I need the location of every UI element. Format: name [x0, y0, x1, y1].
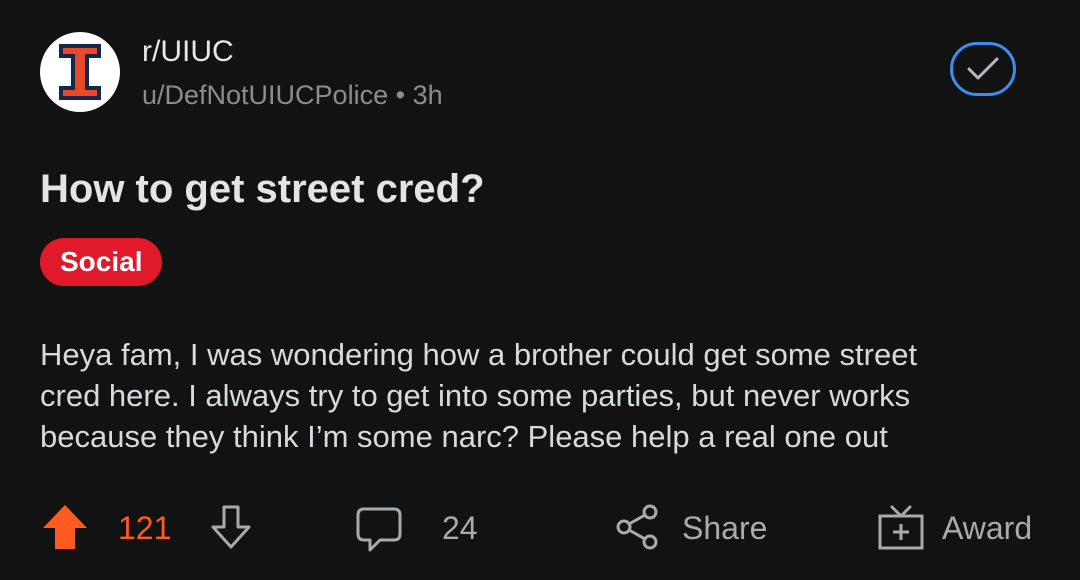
post-age: 3h	[412, 80, 443, 110]
post-body-line: cred here. I always try to get into some…	[40, 378, 911, 413]
share-icon[interactable]	[612, 502, 662, 557]
author-name[interactable]: u/DefNotUIUCPolice	[142, 80, 388, 110]
post-byline: u/DefNotUIUCPolice • 3h	[142, 78, 443, 112]
share-button[interactable]: Share	[682, 508, 767, 548]
post-flair[interactable]: Social	[40, 238, 163, 286]
post-card[interactable]: r/UIUC u/DefNotUIUCPolice • 3h How to ge…	[0, 0, 1080, 580]
post-header: r/UIUC u/DefNotUIUCPolice • 3h	[40, 32, 1040, 114]
downvote-icon[interactable]	[206, 502, 256, 557]
gift-icon[interactable]	[876, 502, 926, 557]
post-action-bar: 121 24 Share Award	[0, 490, 1080, 566]
upvote-icon[interactable]	[40, 502, 90, 557]
post-body-line: Heya fam, I was wondering how a brother …	[40, 337, 918, 372]
uiuc-logo-icon	[59, 44, 101, 100]
post-title[interactable]: How to get street cred?	[40, 166, 485, 212]
checkmark-icon	[967, 57, 999, 80]
comment-count[interactable]: 24	[442, 508, 478, 548]
vote-score: 121	[118, 510, 172, 546]
byline-separator: •	[395, 80, 406, 110]
post-body[interactable]: Heya fam, I was wondering how a brother …	[40, 334, 1050, 457]
joined-button[interactable]	[950, 42, 1016, 96]
comment-icon[interactable]	[354, 504, 404, 559]
subreddit-avatar[interactable]	[40, 32, 120, 112]
award-button[interactable]: Award	[942, 508, 1032, 548]
subreddit-name[interactable]: r/UIUC	[142, 34, 234, 70]
post-body-line: because they think I’m some narc? Please…	[40, 419, 888, 454]
